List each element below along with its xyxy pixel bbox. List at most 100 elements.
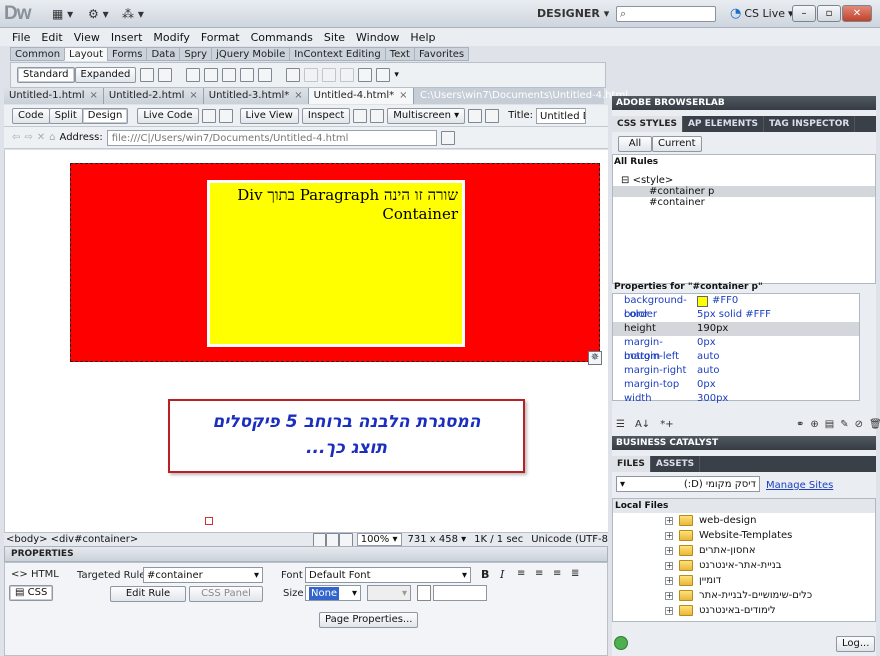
align-right-icon[interactable]: ≡ [553,568,561,579]
check-page-icon[interactable] [485,108,500,123]
menu-insert[interactable]: Insert [107,31,150,44]
font-select[interactable]: Default Font ▾ [305,567,471,583]
invisible-element-marker[interactable] [205,517,213,525]
html-mode-button[interactable]: <> HTML [11,569,59,580]
insert-row-below-icon[interactable] [322,68,337,82]
attach-stylesheet-icon[interactable]: ⚭ [796,419,804,430]
expand-icon[interactable]: + [665,516,673,525]
prop-row-height[interactable]: height 190px [613,322,859,336]
file-item[interactable]: + Website-Templates [613,528,875,543]
alpha-view-icon[interactable]: A↓ [635,419,650,430]
site-select[interactable]: דיסק מקומי (D:) ▾ [616,476,760,492]
code-navigator-icon[interactable] [201,108,216,123]
layout-menu-icon[interactable]: ▦ ▾ [52,6,73,22]
insert-ap-div-icon[interactable] [158,68,173,82]
align-justify-icon[interactable]: ≣ [571,568,579,579]
frames-dropdown-icon[interactable]: ▾ [394,70,399,80]
frames-icon[interactable] [376,68,391,82]
address-input[interactable]: file:///C|/Users/win7/Documents/Untitled… [106,129,437,146]
maximize-button[interactable]: ▫ [817,5,841,22]
spry-menu-icon[interactable] [186,68,201,82]
expand-icon[interactable]: + [665,531,673,540]
italic-icon[interactable]: I [500,568,504,581]
menu-help[interactable]: Help [406,31,442,44]
insert-tab-spry[interactable]: Spry [179,47,213,61]
hand-tool-icon[interactable] [326,532,340,547]
color-input[interactable] [433,585,487,601]
targeted-rule-select[interactable]: #container ▾ [143,567,263,583]
prop-row-margin-bottom[interactable]: margin-bottom 0px [613,336,859,362]
window-size[interactable]: 731 x 458 ▾ [408,534,467,545]
close-tab-icon[interactable]: × [189,90,197,101]
page-properties-button[interactable]: Page Properties... [319,612,419,628]
size-select[interactable]: None ▾ [305,585,361,601]
title-input[interactable]: Untitled Doc [536,107,586,124]
manage-sites-link[interactable]: Manage Sites [766,480,833,491]
rule-container-p[interactable]: #container p [613,186,875,197]
browser-check-icon[interactable] [218,108,233,123]
edit-style-icon[interactable]: ✎ [840,419,848,430]
menu-edit[interactable]: Edit [37,31,69,44]
design-view-button[interactable]: Design [81,107,129,124]
all-mode-button[interactable]: All [618,136,652,152]
disable-icon[interactable]: ⊘ [855,419,863,430]
insert-tab-forms[interactable]: Forms [107,47,148,61]
doc-tab-untitled-2[interactable]: Untitled-2.html × [103,88,204,104]
menu-file[interactable]: File [8,31,37,44]
doc-tab-untitled-1[interactable]: Untitled-1.html × [4,88,104,104]
tab-assets[interactable]: ASSETS [651,456,701,472]
insert-tab-favorites[interactable]: Favorites [413,47,470,61]
menu-site[interactable]: Site [320,31,352,44]
home-icon[interactable]: ⌂ [49,132,55,143]
expand-icon[interactable]: + [665,591,673,600]
edit-rule-button[interactable]: Edit Rule [110,586,186,602]
browser-navigation-options-icon[interactable] [440,130,455,145]
file-item[interactable]: + דומיין [613,573,875,588]
doc-tab-untitled-4[interactable]: Untitled-4.html* × [308,88,414,104]
insert-div-icon[interactable] [140,68,155,82]
insert-tab-layout[interactable]: Layout [64,47,109,61]
log-button[interactable]: Log... [836,636,876,652]
spry-tabbed-icon[interactable] [204,68,219,82]
close-tab-icon[interactable]: × [399,90,407,101]
tab-ap-elements[interactable]: AP ELEMENTS [683,116,764,132]
bold-icon[interactable]: B [481,568,489,581]
properties-header[interactable]: PROPERTIES [4,546,608,562]
insert-tab-data[interactable]: Data [146,47,181,61]
expand-icon[interactable]: + [665,561,673,570]
element-options-icon[interactable]: ✵ [588,351,602,365]
container-paragraph[interactable]: שורה זו הינה Paragraph בתוך Div Containe… [207,180,465,347]
category-view-icon[interactable]: ☰ [616,419,625,430]
extend-gear-icon[interactable]: ⚙ ▾ [88,6,109,22]
set-properties-icon[interactable]: *+ [660,419,673,430]
doc-tab-untitled-3[interactable]: Untitled-3.html* × [203,88,309,104]
live-code-button[interactable]: Live Code [137,107,199,124]
expand-icon[interactable]: + [665,546,673,555]
preview-browser-icon[interactable] [353,108,368,123]
iframe-icon[interactable] [358,68,373,82]
expand-icon[interactable]: + [665,576,673,585]
insert-column-icon[interactable] [340,68,355,82]
expand-icon[interactable]: + [665,606,673,615]
live-view-button[interactable]: Live View [239,107,299,124]
site-tree-icon[interactable]: ⁂ ▾ [122,6,144,22]
business-catalyst-header[interactable]: BUSINESS CATALYST [612,436,876,450]
new-rule-icon[interactable]: ⊕ [810,419,818,430]
menu-commands[interactable]: Commands [247,31,320,44]
cs-live-button[interactable]: ◔ CS Live ▾ [730,6,794,21]
table-icon[interactable] [258,68,273,82]
align-center-icon[interactable]: ≡ [535,568,543,579]
back-arrow-icon[interactable]: ⇦ [12,132,20,143]
close-tab-icon[interactable]: × [89,90,97,101]
file-item[interactable]: + לימודים-באינטרנט [613,603,875,618]
tag-selector[interactable]: <body> <div#container> [6,534,313,545]
workspace-switcher[interactable]: DESIGNER ▾ [537,7,609,20]
new-css-icon[interactable]: ▤ [825,419,834,430]
menu-modify[interactable]: Modify [149,31,196,44]
spry-collapsible-icon[interactable] [240,68,255,82]
minimize-button[interactable]: – [792,5,816,22]
forward-arrow-icon[interactable]: ⇨ [24,132,32,143]
color-swatch[interactable] [697,295,708,307]
insert-tab-jquery-mobile[interactable]: jQuery Mobile [211,47,291,61]
menu-format[interactable]: Format [197,31,247,44]
